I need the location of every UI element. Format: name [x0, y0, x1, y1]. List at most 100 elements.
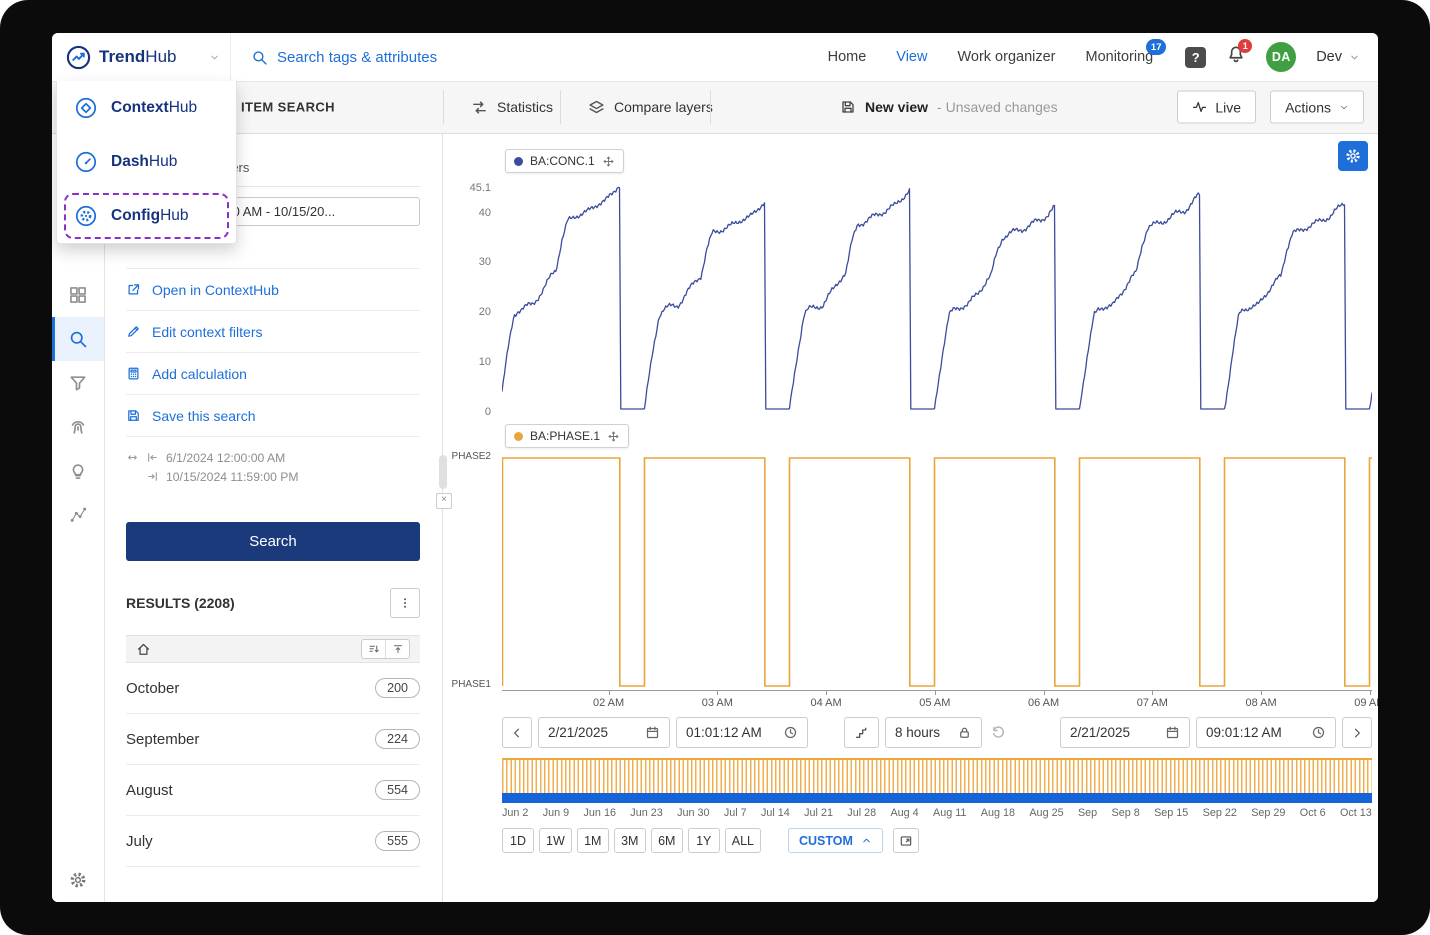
grid-icon [68, 285, 88, 305]
custom-range-button[interactable]: CUSTOM [788, 828, 883, 853]
panel-resize-handle[interactable] [439, 455, 447, 489]
avatar[interactable]: DA [1266, 42, 1296, 72]
zoom-3m[interactable]: 3M [614, 828, 646, 853]
sort-button[interactable] [362, 640, 385, 658]
timeline-label: Sep 15 [1154, 807, 1188, 819]
icon-sidebar [52, 133, 105, 902]
help-button[interactable]: ? [1185, 47, 1206, 68]
app-menu-item-label: ConfigHub [111, 207, 189, 225]
timeline-label: Jul 28 [847, 807, 876, 819]
chart-settings-button[interactable] [1338, 141, 1368, 171]
app-menu-item-confighub[interactable]: ConfigHub [57, 189, 236, 243]
save-view-icon[interactable] [840, 99, 856, 115]
timeline-label: Oct 6 [1300, 807, 1326, 819]
search-placeholder: Search tags & attributes [277, 49, 437, 66]
time-axis-label: 06 AM [1028, 697, 1059, 709]
nav-monitoring[interactable]: Monitoring17 [1086, 49, 1154, 65]
confighub-icon [73, 203, 99, 229]
zoom-preset-buttons: 1D1W1M3M6M1YALL [502, 828, 761, 853]
results-row[interactable]: October200 [126, 663, 420, 714]
end-date-input[interactable]: 2/21/2025 [1060, 717, 1190, 748]
zoom-1y[interactable]: 1Y [688, 828, 720, 853]
calendar-icon [1165, 725, 1180, 740]
toolbar-divider [560, 90, 561, 124]
timeline-label: Aug 18 [981, 807, 1015, 819]
end-time-input[interactable]: 09:01:12 AM [1196, 717, 1336, 748]
start-time-input[interactable]: 01:01:12 AM [676, 717, 808, 748]
result-label: August [126, 782, 173, 799]
zoom-all[interactable]: ALL [725, 828, 761, 853]
move-icon[interactable] [602, 155, 615, 168]
nav-home[interactable]: Home [828, 49, 867, 65]
pan-left-button[interactable] [502, 717, 532, 748]
time-axis [502, 690, 1372, 691]
nav-view[interactable]: View [896, 49, 927, 65]
timeline-label: Sep [1078, 807, 1097, 819]
results-row[interactable]: July555 [126, 816, 420, 867]
sidebar-item-recommendations[interactable] [52, 449, 104, 493]
overview-density-stripes[interactable] [502, 758, 1372, 793]
sidebar-item-dashboards[interactable] [52, 273, 104, 317]
notification-badge: 1 [1238, 39, 1252, 53]
calculator-icon [126, 366, 141, 381]
results-row[interactable]: August 554 [126, 765, 420, 816]
interpolation-button[interactable] [844, 717, 879, 748]
home-icon[interactable] [136, 642, 151, 657]
steps-icon [854, 725, 870, 741]
statistics-button[interactable]: Statistics [457, 81, 567, 133]
zoom-presets: 1D1W1M3M6M1YALL CUSTOM [502, 828, 919, 853]
series-legend-conc[interactable]: BA:CONC.1 [505, 149, 624, 173]
expand-overview-button[interactable] [893, 828, 919, 853]
zoom-1m[interactable]: 1M [577, 828, 609, 853]
results-count-pill: 554 [375, 780, 420, 800]
panel-link-add-calculation[interactable]: Add calculation [126, 353, 420, 395]
results-list: October200September224 August 554 July555 [126, 663, 420, 867]
search-button[interactable]: Search [126, 522, 420, 561]
panel-link-open-in-contexthub[interactable]: Open in ContextHub [126, 268, 420, 311]
series-legend-phase[interactable]: BA:PHASE.1 [505, 424, 629, 448]
time-axis-tick [935, 691, 936, 695]
phase-chart-svg[interactable] [502, 450, 1372, 690]
zoom-6m[interactable]: 6M [651, 828, 683, 853]
sidebar-item-search[interactable] [52, 317, 104, 361]
app-menu-item-contexthub[interactable]: ContextHub [57, 81, 236, 135]
collapse-button[interactable] [385, 640, 409, 658]
panel-link-save-this-search[interactable]: Save this search [126, 395, 420, 437]
apps-menu-trigger[interactable]: TrendHub [52, 33, 231, 81]
sidebar-item-fingerprints[interactable] [52, 405, 104, 449]
live-button[interactable]: Live [1177, 91, 1256, 124]
history-button[interactable] [988, 724, 1009, 741]
results-row[interactable]: September224 [126, 714, 420, 765]
results-count-pill: 224 [375, 729, 420, 749]
start-date-value: 2/21/2025 [548, 725, 608, 740]
sidebar-item-filters[interactable] [52, 361, 104, 405]
duration-input[interactable]: 8 hours [885, 717, 982, 748]
app-menu-item-dashhub[interactable]: DashHub [57, 135, 236, 189]
live-label: Live [1215, 99, 1241, 115]
nav-work-organizer[interactable]: Work organizer [957, 49, 1055, 65]
timeline-label: Jun 2 [502, 807, 528, 819]
sidebar-item-scatter[interactable] [52, 493, 104, 537]
time-axis-tick [609, 691, 610, 695]
global-search-input[interactable]: Search tags & attributes [251, 49, 437, 66]
panel-link-edit-context-filters[interactable]: Edit context filters [126, 311, 420, 353]
zoom-1w[interactable]: 1W [539, 828, 572, 853]
move-icon[interactable] [607, 430, 620, 443]
timeline-label: Jun 9 [543, 807, 569, 819]
start-date-input[interactable]: 2/21/2025 [538, 717, 670, 748]
compare-layers-button[interactable]: Compare layers [574, 81, 727, 133]
pan-right-button[interactable] [1342, 717, 1372, 748]
actions-button[interactable]: Actions [1270, 91, 1364, 124]
overview-selection-bar[interactable] [502, 793, 1372, 803]
user-menu[interactable]: Dev [1316, 49, 1360, 65]
results-menu-button[interactable] [390, 588, 420, 618]
conc-chart-svg[interactable] [502, 183, 1372, 413]
panel-collapse-button[interactable]: × [436, 493, 452, 509]
time-axis-tick [1261, 691, 1262, 695]
dashhub-icon [73, 149, 99, 175]
gear-icon [1344, 147, 1362, 165]
zoom-1d[interactable]: 1D [502, 828, 534, 853]
notifications-button[interactable]: 1 [1226, 44, 1246, 70]
sidebar-settings[interactable] [52, 870, 104, 890]
topbar-right: ? 1 DA Dev [1185, 42, 1378, 72]
